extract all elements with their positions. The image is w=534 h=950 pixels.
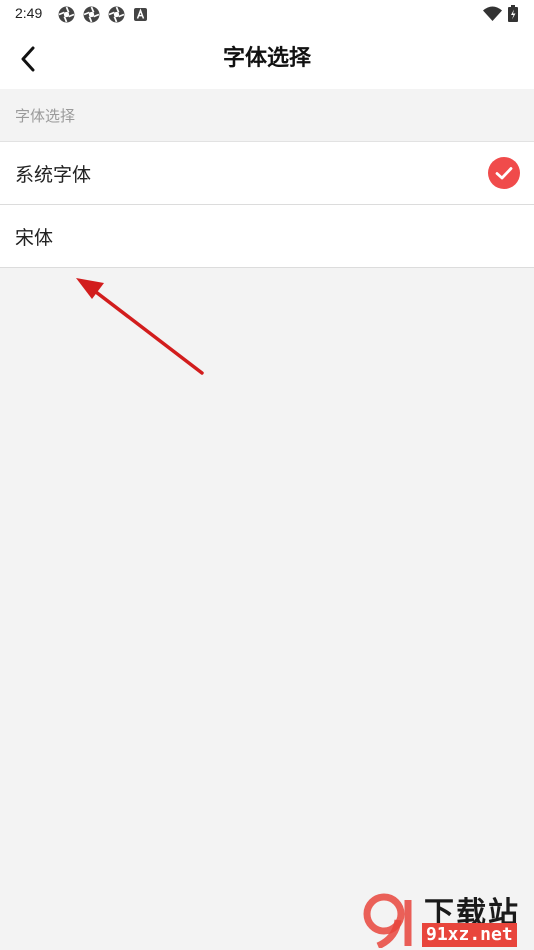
- chevron-left-icon: [21, 46, 35, 72]
- app-notification-icon: [58, 6, 75, 23]
- status-bar: 2:49: [0, 0, 534, 28]
- back-button[interactable]: [10, 40, 48, 78]
- watermark-domain: 91xz.net: [422, 923, 517, 947]
- app-notification-icon: [83, 6, 100, 23]
- battery-icon: [508, 5, 518, 22]
- font-option-list: 系统字体 宋体: [0, 141, 534, 268]
- font-option-label: 系统字体: [15, 164, 92, 186]
- font-app-icon: [134, 8, 147, 21]
- checkmark-selected-icon: [488, 157, 520, 189]
- app-notification-icon: [108, 6, 125, 23]
- font-option-label: 宋体: [15, 227, 54, 249]
- page-title: 字体选择: [222, 46, 311, 71]
- font-option-songti[interactable]: 宋体: [0, 205, 534, 268]
- watermark-logo-icon: [363, 893, 412, 948]
- status-time: 2:49: [15, 5, 43, 21]
- wifi-icon: [483, 6, 502, 21]
- watermark-logo: 下载站 91xz.net: [362, 888, 534, 950]
- font-option-system[interactable]: 系统字体: [0, 142, 534, 205]
- section-label: 字体选择: [15, 107, 76, 125]
- section-header: 字体选择: [0, 89, 534, 141]
- app-bar: 字体选择: [0, 28, 534, 89]
